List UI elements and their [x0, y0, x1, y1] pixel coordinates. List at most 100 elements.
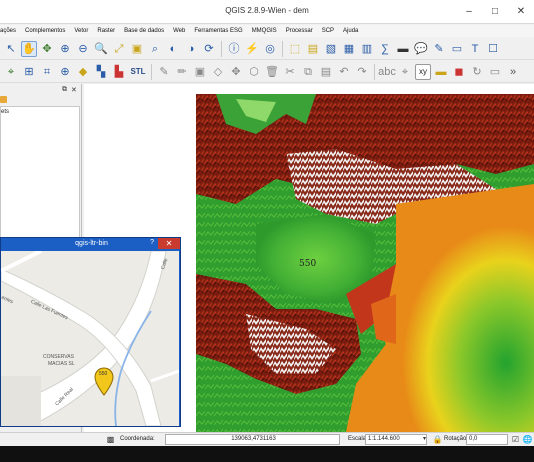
cut-features-icon[interactable]: ✂	[282, 64, 298, 80]
menu-item-web[interactable]: Web	[173, 28, 185, 34]
save-edits-icon[interactable]: ▣	[192, 64, 208, 80]
menu-item-raster[interactable]: Raster	[97, 28, 115, 34]
map-navigation-toolbar: ↖ ✋ ✥ ⊕ ⊖ 🔍 ⤢ ▣ ⌕ ◐ ◑ ⟳ ⓘ ⚡ ◎ ⬚ ▤ ▧ ▦ ▥ …	[0, 38, 534, 60]
pan-hand-icon[interactable]: ✋	[21, 40, 37, 57]
toolbar-separator	[151, 63, 152, 80]
form-annotation-icon[interactable]: ☐	[485, 41, 501, 57]
menu-item-processar[interactable]: Processar	[286, 28, 313, 34]
pin-labels-icon[interactable]: ⌖	[397, 64, 413, 80]
edit-pencil-icon[interactable]: ✎	[156, 64, 172, 80]
attribute-table-icon[interactable]: ▦	[341, 41, 357, 57]
menu-item-mmqgis[interactable]: MMQGIS	[252, 28, 277, 34]
rotation-spinbox[interactable]: 0,0	[466, 434, 508, 445]
deselect-all-icon[interactable]: ▧	[323, 41, 339, 57]
place-label-conservas: CONSERVAS	[43, 354, 74, 360]
select-by-expression-icon[interactable]: ▤	[305, 41, 321, 57]
popup-street-map[interactable]: Calle Las Fuentes Calle Real Calle entes…	[1, 251, 179, 426]
zoom-full-icon[interactable]: ⤢	[111, 41, 127, 57]
label-tool-icon[interactable]: abc	[378, 64, 396, 80]
rotation-label: Rotação:	[444, 436, 469, 442]
scale-label: Escala	[348, 436, 367, 442]
toggle-editing-icon[interactable]: ✏	[174, 64, 190, 80]
menu-item-acoes[interactable]: ações	[0, 28, 16, 34]
copy-features-icon[interactable]: ⧉	[300, 64, 316, 80]
minimize-button[interactable]: –	[456, 0, 482, 22]
text-annotation-icon[interactable]: T	[467, 41, 483, 57]
statistics-icon[interactable]: ∑	[377, 41, 393, 57]
taskbar-strip	[0, 446, 534, 462]
show-hide-labels-icon[interactable]: ▬	[433, 64, 449, 80]
move-feature-icon[interactable]: ✥	[228, 64, 244, 80]
select-features-icon[interactable]: ⬚	[287, 41, 303, 57]
zoom-out-icon[interactable]: ⊖	[75, 41, 91, 57]
zoom-to-layer-icon[interactable]: ⌕	[147, 41, 163, 57]
data-source-toolbar: ⌖ ⊞ ⌗ ⊕ ◆ ▚ ▙ STL ✎ ✏ ▣ ◇ ✥ ⬡ 🗑 ✂ ⧉ ▤ ↶ …	[0, 61, 534, 83]
zoom-last-icon[interactable]: ◐	[165, 41, 181, 57]
map-tips-icon[interactable]: 💬	[413, 41, 429, 57]
paste-features-icon[interactable]: ▤	[318, 64, 334, 80]
menu-item-ferramentas-esg[interactable]: Ferramentas ESG	[194, 28, 242, 34]
popup-title: qgis-ltr-bin	[75, 240, 108, 247]
add-spatialite-icon[interactable]: ◆	[75, 64, 91, 80]
add-feature-icon[interactable]: ◇	[210, 64, 226, 80]
scale-combo[interactable]: 1:1.144.600	[365, 434, 427, 445]
menu-item-complementos[interactable]: Complementos	[25, 28, 65, 34]
node-tool-icon[interactable]: ⬡	[246, 64, 262, 80]
elevation-point-label: 550	[299, 259, 317, 269]
identify-features-icon[interactable]: ⓘ	[226, 41, 242, 57]
zoom-to-selection-icon[interactable]: ▣	[129, 41, 145, 57]
chevron-down-icon[interactable]: ▾	[419, 434, 430, 445]
coordinate-label: Coordenada:	[120, 436, 155, 442]
render-toggle-icon[interactable]: ☑	[510, 434, 521, 445]
field-calculator-icon[interactable]: ▥	[359, 41, 375, 57]
move-label-icon[interactable]: ◼	[451, 64, 467, 80]
pan-to-selection-icon[interactable]: ✥	[39, 41, 55, 57]
change-label-icon[interactable]: ▭	[487, 64, 503, 80]
menu-item-ajuda[interactable]: Ajuda	[343, 28, 358, 34]
add-vector-layer-icon[interactable]: ⌖	[3, 64, 19, 80]
add-delimited-text-icon[interactable]: ⌗	[39, 64, 55, 80]
xy-coordinate-icon[interactable]: xy	[415, 63, 431, 80]
raster-calculator-icon[interactable]: ▙	[111, 64, 127, 80]
zoom-actual-size-icon[interactable]: 🔍	[93, 41, 109, 57]
float-panel-icon[interactable]: ⧉	[62, 86, 67, 94]
zoom-in-icon[interactable]: ⊕	[57, 41, 73, 57]
crs-globe-icon[interactable]: 🌐	[522, 434, 533, 445]
zoom-next-icon[interactable]: ◑	[183, 41, 199, 57]
window-title: QGIS 2.8.9-Wien - dem	[225, 6, 309, 15]
measure-line-icon[interactable]: ▬	[395, 41, 411, 57]
popup-help-button[interactable]: ?	[150, 239, 154, 246]
measure-icon[interactable]: ↖	[3, 41, 19, 57]
menu-item-base-de-dados[interactable]: Base de dados	[124, 28, 164, 34]
add-postgis-icon[interactable]: ▚	[93, 64, 109, 80]
add-raster-layer-icon[interactable]: ⊞	[21, 64, 37, 80]
close-panel-icon[interactable]: ✕	[71, 86, 77, 94]
undo-icon[interactable]: ↶	[336, 64, 352, 80]
menu-item-vetor[interactable]: Vetor	[74, 28, 88, 34]
maximize-button[interactable]: □	[482, 0, 508, 22]
close-button[interactable]: ✕	[508, 0, 534, 22]
redo-icon[interactable]: ↷	[354, 64, 370, 80]
refresh-icon[interactable]: ⟳	[201, 41, 217, 57]
menu-bar: ações Complementos Vetor Raster Base de …	[0, 25, 534, 37]
window-controls: – □ ✕	[456, 0, 534, 22]
mmqgis-icon[interactable]: ◎	[262, 41, 278, 57]
coordinate-toggle-icon[interactable]: ▩	[105, 434, 116, 445]
layer-tree-item[interactable]: ets	[1, 109, 9, 115]
run-feature-action-icon[interactable]: ⚡	[244, 41, 260, 57]
place-label-macias: MACIAS SL	[48, 361, 75, 367]
popup-close-button[interactable]: ✕	[158, 238, 180, 249]
menu-item-scp[interactable]: SCP	[322, 28, 334, 34]
new-bookmark-icon[interactable]: ✎	[431, 41, 447, 57]
show-bookmarks-icon[interactable]: ▭	[449, 41, 465, 57]
add-wms-layer-icon[interactable]: ⊕	[57, 64, 73, 80]
title-bar: QGIS 2.8.9-Wien - dem – □ ✕	[0, 0, 534, 24]
coordinate-field[interactable]: 139063,4731163	[165, 434, 340, 445]
stl-exporter-icon[interactable]: STL	[129, 64, 147, 80]
lock-scale-icon[interactable]: 🔒	[432, 434, 443, 445]
toolbar-overflow-icon[interactable]: »	[505, 64, 521, 80]
dem-raster-layer	[196, 94, 534, 432]
rotate-label-icon[interactable]: ↻	[469, 64, 485, 80]
delete-selected-icon[interactable]: 🗑	[264, 64, 280, 80]
layer-style-icon[interactable]	[0, 96, 7, 103]
